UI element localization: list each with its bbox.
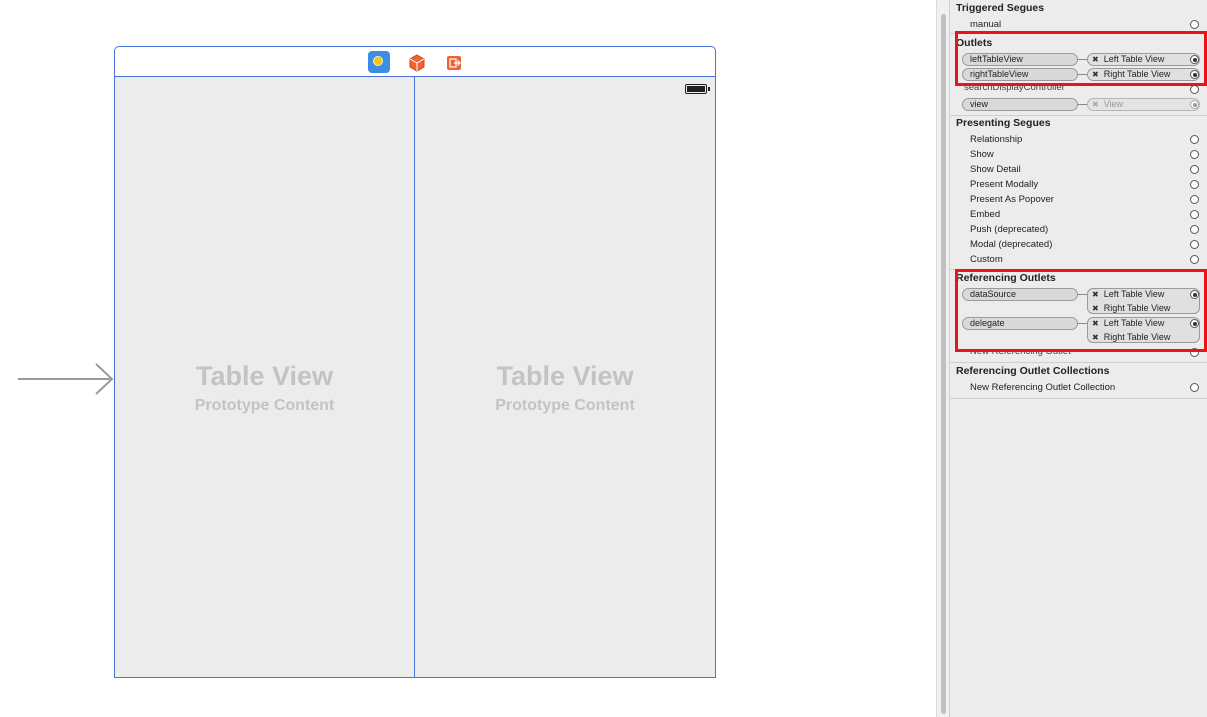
segue-manual-label: manual xyxy=(970,19,1002,30)
right-table-view[interactable]: Table View Prototype Content xyxy=(415,77,715,677)
outlet-searchdisplaycontroller-label: searchDisplayController xyxy=(964,85,1065,93)
new-referencing-outlet-collection-label: New Referencing Outlet Collection xyxy=(970,382,1116,393)
left-table-view[interactable]: Table View Prototype Content xyxy=(115,77,415,677)
right-table-view-title: Table View xyxy=(496,361,634,391)
connections-inspector: Triggered Segues manual Outlets leftTabl… xyxy=(950,0,1207,717)
segue-modal-connector-icon[interactable] xyxy=(1190,240,1199,249)
exit-icon[interactable] xyxy=(443,52,465,74)
segue-relationship-label: Relationship xyxy=(970,134,1023,145)
section-divider xyxy=(950,398,1207,399)
outlet-searchdisplaycontroller-connector-icon[interactable] xyxy=(1190,85,1199,94)
outlets-highlight-box xyxy=(955,31,1207,86)
inspector-scrollbar[interactable] xyxy=(936,0,950,717)
segue-show-detail-label: Show Detail xyxy=(970,164,1021,175)
segue-present-modally-label: Present Modally xyxy=(970,179,1039,190)
segue-present-as-popover-connector-icon[interactable] xyxy=(1190,195,1199,204)
segue-show-detail-connector-icon[interactable] xyxy=(1190,165,1199,174)
segue-present-as-popover-label: Present As Popover xyxy=(970,194,1054,205)
segue-push-connector-icon[interactable] xyxy=(1190,225,1199,234)
target-label: View xyxy=(1103,99,1124,109)
scene-dock-bar[interactable] xyxy=(114,46,716,77)
outlet-view[interactable]: view xyxy=(962,98,1078,111)
segue-manual-connector-icon[interactable] xyxy=(1190,20,1199,29)
referencing-outlets-highlight-box xyxy=(955,269,1207,352)
segue-embed-label: Embed xyxy=(970,209,1001,220)
section-divider xyxy=(950,115,1207,116)
segue-relationship-connector-icon[interactable] xyxy=(1190,135,1199,144)
view-controller-scene[interactable]: Table View Prototype Content Table View … xyxy=(114,46,716,678)
segue-embed-connector-icon[interactable] xyxy=(1190,210,1199,219)
left-table-view-title: Table View xyxy=(195,361,334,391)
segue-show-label: Show xyxy=(970,149,994,160)
segue-custom-connector-icon[interactable] xyxy=(1190,255,1199,264)
inspector-scroll-thumb[interactable] xyxy=(941,14,946,714)
segue-show-connector-icon[interactable] xyxy=(1190,150,1199,159)
left-table-view-subtitle: Prototype Content xyxy=(194,397,335,414)
remove-connection-icon[interactable]: ✖ xyxy=(1092,100,1099,109)
initial-view-controller-arrow[interactable] xyxy=(18,362,118,396)
view-controller-icon[interactable] xyxy=(368,51,390,73)
segue-present-modally-connector-icon[interactable] xyxy=(1190,180,1199,189)
triggered-segues-title: Triggered Segues xyxy=(956,2,1045,14)
presenting-segues-title: Presenting Segues xyxy=(956,117,1051,129)
right-table-view-subtitle: Prototype Content xyxy=(495,397,635,414)
root-view[interactable]: Table View Prototype Content Table View … xyxy=(114,76,716,678)
new-referencing-outlet-collection-connector-icon[interactable] xyxy=(1190,383,1199,392)
segue-modal-label: Modal (deprecated) xyxy=(970,239,1053,250)
outlet-view-target[interactable]: ✖ View xyxy=(1087,98,1200,111)
battery-icon xyxy=(685,84,710,94)
referencing-outlet-collections-title: Referencing Outlet Collections xyxy=(956,365,1110,377)
segue-push-label: Push (deprecated) xyxy=(970,224,1049,235)
first-responder-cube-icon[interactable] xyxy=(406,52,428,74)
outlet-view-connector-icon[interactable] xyxy=(1190,100,1199,109)
connection-line xyxy=(1077,104,1087,105)
section-divider xyxy=(950,362,1207,363)
segue-custom-label: Custom xyxy=(970,254,1003,265)
